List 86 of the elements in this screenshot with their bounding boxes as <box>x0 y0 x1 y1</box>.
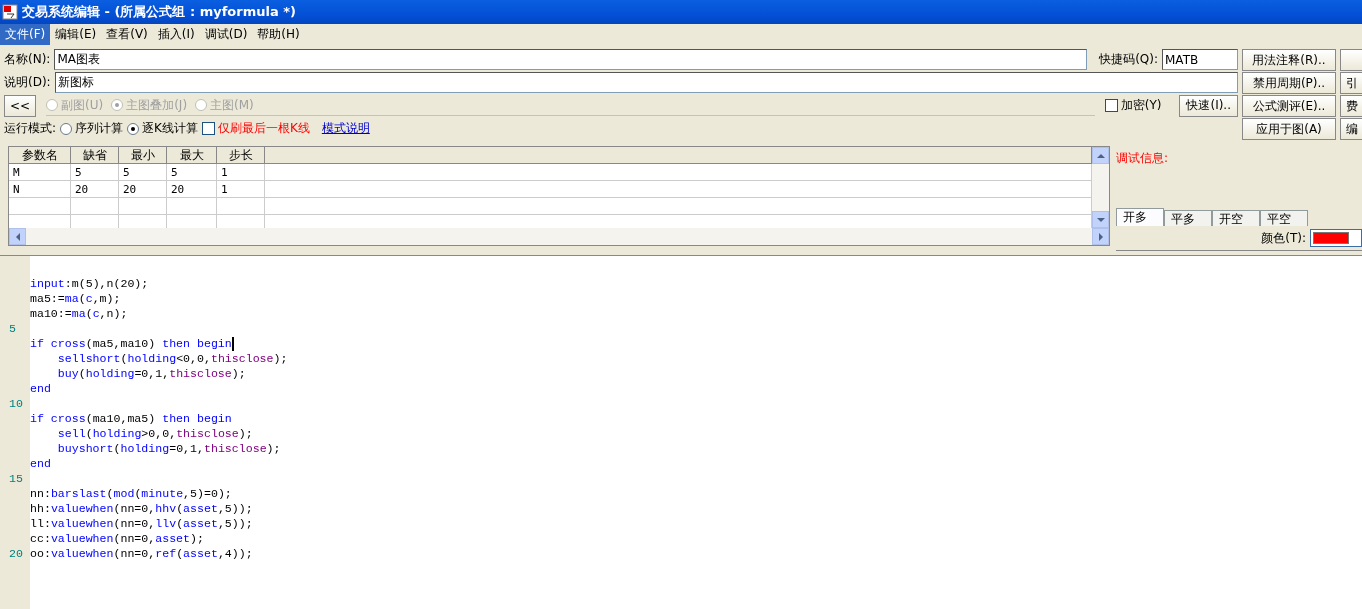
radio-label: 主图(M) <box>210 96 254 114</box>
color-dropdown[interactable] <box>1310 229 1362 247</box>
code-line: nn:barslast(mod(minute,5)=0); <box>30 486 232 501</box>
checkbox[interactable] <box>201 122 215 135</box>
radio-button[interactable] <box>127 122 140 135</box>
code-line: hh:valuewhen(nn=0,hhv(asset,5)); <box>30 501 253 516</box>
scrollbar[interactable] <box>1092 147 1109 228</box>
app-icon <box>2 4 18 20</box>
menu-item[interactable]: 文件(F) <box>0 24 51 45</box>
tab[interactable]: 平多 <box>1164 210 1212 226</box>
table-cell: 5 <box>71 164 119 181</box>
table-cell: N <box>9 181 71 198</box>
window-title: 交易系统编辑 - (所属公式组 : myformula *) <box>22 3 296 21</box>
column-header[interactable]: 最大 <box>167 147 217 164</box>
code-line: buy(holding=0,1,thisclose); <box>56 366 246 381</box>
table-cell: 5 <box>167 164 217 181</box>
code-line: sell(holding>0,0,thisclose); <box>56 426 253 441</box>
checkbox-label: 加密(Y) <box>1120 97 1162 114</box>
code-line: end <box>30 456 51 471</box>
quick-button[interactable]: 快速(I).. <box>1179 94 1238 117</box>
table-cell <box>119 198 167 215</box>
action-button[interactable]: 应用于图(A) <box>1242 118 1336 140</box>
code-line: buyshort(holding=0,1,thisclose); <box>56 441 281 456</box>
radio-label: 逐K线计算 <box>142 120 198 137</box>
mode-help-link[interactable]: 模式说明 <box>321 120 370 137</box>
line-number: 15 <box>8 471 24 486</box>
checkbox-label: 仅刷最后一根K线 <box>217 120 310 137</box>
field-label: 名称(N): <box>4 51 51 68</box>
radio-button[interactable] <box>60 122 73 135</box>
table-cell <box>71 198 119 215</box>
line-number: 10 <box>8 396 24 411</box>
action-button[interactable]: 费 <box>1340 95 1362 117</box>
table-cell <box>217 198 265 215</box>
collapse-button[interactable]: << <box>4 94 36 117</box>
tab[interactable]: 平空 <box>1260 210 1308 226</box>
radio-label: 副图(U) <box>61 96 104 114</box>
column-header[interactable]: 缺省 <box>71 147 119 164</box>
table-cell: 20 <box>167 181 217 198</box>
description-field[interactable]: 新图标 <box>54 72 1238 93</box>
name-field[interactable]: MA图表 <box>54 49 1088 70</box>
column-header[interactable]: 参数名 <box>9 147 71 164</box>
tab[interactable]: 开多 <box>1116 208 1164 226</box>
table-cell <box>167 198 217 215</box>
code-line: oo:valuewhen(nn=0,ref(asset,4)); <box>30 546 253 561</box>
code-line: if cross(ma10,ma5) then begin <box>30 411 232 426</box>
action-button[interactable]: 用法注释(R).. <box>1242 49 1336 71</box>
code-line: ll:valuewhen(nn=0,llv(asset,5)); <box>30 516 253 531</box>
menu-item[interactable]: 调试(D) <box>199 24 253 45</box>
line-number: 20 <box>8 546 24 561</box>
code-line: input:m(5),n(20); <box>30 276 149 291</box>
code-line: ma10:=ma(c,n); <box>30 306 128 321</box>
debug-label: 调试信息: <box>1116 150 1170 167</box>
radio-label: 序列计算 <box>75 120 124 137</box>
table-cell: 20 <box>71 181 119 198</box>
shortcut-field[interactable]: MATB <box>1162 49 1238 70</box>
action-button[interactable]: 禁用周期(P).. <box>1242 72 1336 94</box>
tab[interactable]: 开空 <box>1212 210 1260 226</box>
table-cell <box>9 198 71 215</box>
field-label: 颜色(T): <box>1261 229 1306 247</box>
table-cell: 1 <box>217 181 265 198</box>
checkbox[interactable] <box>1104 99 1118 112</box>
menu-item[interactable]: 编辑(E) <box>50 24 102 45</box>
line-number: 5 <box>8 321 17 336</box>
action-button[interactable]: 引 <box>1340 72 1362 94</box>
code-line: if cross(ma5,ma10) then begin <box>30 336 232 351</box>
arrow-icon <box>1096 151 1105 160</box>
field-label: 说明(D): <box>4 74 51 91</box>
menu-item[interactable]: 查看(V) <box>101 24 153 45</box>
action-button[interactable]: 编 <box>1340 118 1362 140</box>
column-header[interactable]: 步长 <box>217 147 265 164</box>
run-mode-label: 运行模式: <box>4 120 57 137</box>
code-line: ma5:=ma(c,m); <box>30 291 121 306</box>
table-cell: M <box>9 164 71 181</box>
menu-item[interactable]: 插入(I) <box>152 24 200 45</box>
action-button[interactable]: 公式测评(E).. <box>1242 95 1336 117</box>
code-line: end <box>30 381 51 396</box>
table-cell: 20 <box>119 181 167 198</box>
menu-item[interactable]: 帮助(H) <box>252 24 305 45</box>
column-header[interactable]: 最小 <box>119 147 167 164</box>
radio-label: 主图叠加(J) <box>126 96 188 114</box>
table-cell: 1 <box>217 164 265 181</box>
field-label: 快捷码(Q): <box>1099 51 1158 68</box>
table-cell: 5 <box>119 164 167 181</box>
code-line: sellshort(holding<0,0,thisclose); <box>56 351 288 366</box>
code-line: cc:valuewhen(nn=0,asset); <box>30 531 204 546</box>
scrollbar[interactable] <box>9 228 1109 245</box>
